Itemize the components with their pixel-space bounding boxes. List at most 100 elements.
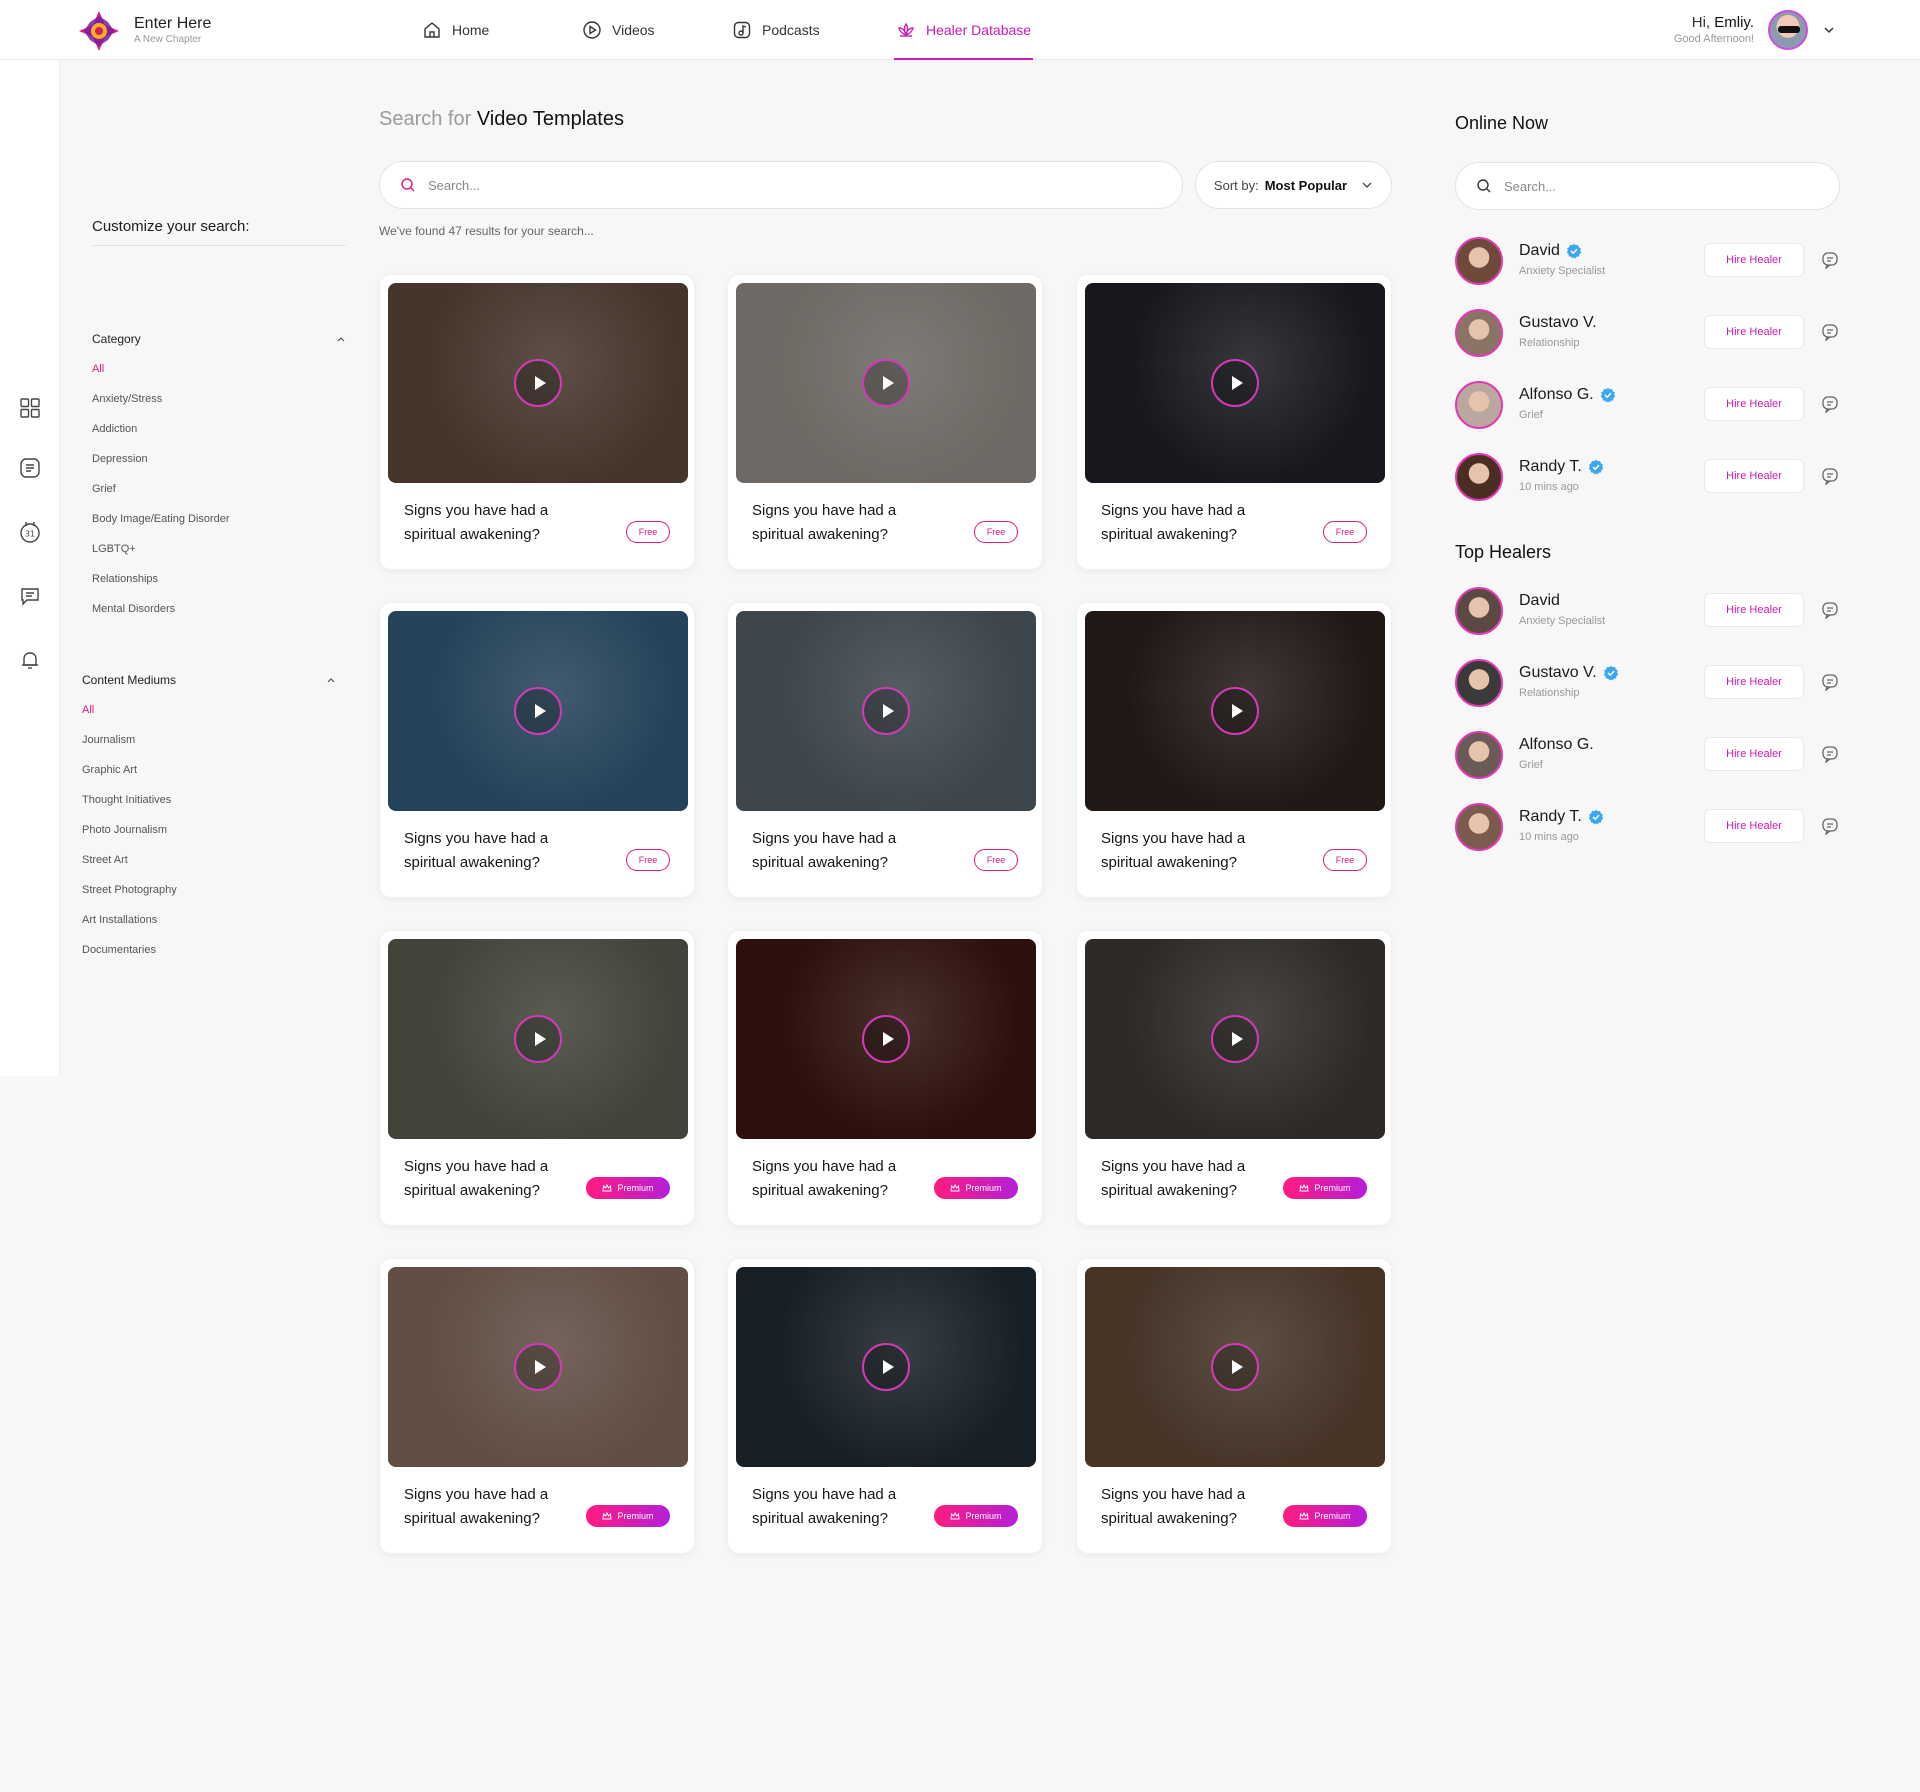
video-card[interactable]: Signs you have had a spiritual awakening?…	[1076, 274, 1392, 570]
video-card[interactable]: Signs you have had a spiritual awakening?…	[379, 1258, 695, 1554]
play-button[interactable]	[514, 1015, 562, 1063]
video-card[interactable]: Signs you have had a spiritual awakening?…	[727, 602, 1043, 898]
filter-option[interactable]: All	[82, 703, 336, 733]
bell-icon[interactable]	[18, 648, 42, 672]
play-button[interactable]	[862, 359, 910, 407]
video-thumbnail[interactable]	[388, 283, 688, 483]
play-button[interactable]	[1211, 359, 1259, 407]
list-icon[interactable]	[18, 456, 42, 480]
video-card[interactable]: Signs you have had a spiritual awakening?…	[1076, 1258, 1392, 1554]
video-thumbnail[interactable]	[388, 939, 688, 1139]
hire-healer-button[interactable]: Hire Healer	[1704, 243, 1804, 277]
healer-name[interactable]: Gustavo V.	[1519, 314, 1597, 332]
video-card[interactable]: Signs you have had a spiritual awakening?…	[379, 930, 695, 1226]
message-icon[interactable]	[1821, 323, 1839, 341]
filter-option[interactable]: Photo Journalism	[82, 823, 336, 853]
brand[interactable]: Enter Here A New Chapter	[78, 10, 211, 52]
healer-avatar[interactable]	[1455, 731, 1503, 779]
healer-search[interactable]	[1455, 162, 1840, 210]
filter-option[interactable]: Street Photography	[82, 883, 336, 913]
filter-option[interactable]: Documentaries	[82, 943, 336, 973]
hire-healer-button[interactable]: Hire Healer	[1704, 315, 1804, 349]
video-card[interactable]: Signs you have had a spiritual awakening?…	[727, 274, 1043, 570]
play-button[interactable]	[514, 1343, 562, 1391]
filter-category-header[interactable]: Category	[92, 332, 346, 346]
healer-row[interactable]: David Anxiety Specialist Hire Healer	[1455, 587, 1855, 639]
hire-healer-button[interactable]: Hire Healer	[1704, 593, 1804, 627]
play-button[interactable]	[862, 1015, 910, 1063]
healer-name[interactable]: Randy T.	[1519, 808, 1604, 826]
filter-option[interactable]: Thought Initiatives	[82, 793, 336, 823]
message-icon[interactable]	[1821, 673, 1839, 691]
play-button[interactable]	[514, 687, 562, 735]
play-button[interactable]	[862, 687, 910, 735]
message-icon[interactable]	[1821, 251, 1839, 269]
play-button[interactable]	[514, 359, 562, 407]
video-search[interactable]	[379, 161, 1183, 209]
healer-avatar[interactable]	[1455, 803, 1503, 851]
healer-avatar[interactable]	[1455, 381, 1503, 429]
message-icon[interactable]	[1821, 601, 1839, 619]
play-button[interactable]	[1211, 1015, 1259, 1063]
message-icon[interactable]	[1821, 467, 1839, 485]
filter-option[interactable]: All	[92, 362, 346, 392]
healer-row[interactable]: Gustavo V. Relationship Hire Healer	[1455, 659, 1855, 711]
healer-row[interactable]: Alfonso G. Grief Hire Healer	[1455, 731, 1855, 783]
filter-option[interactable]: LGBTQ+	[92, 542, 346, 572]
filter-option[interactable]: Mental Disorders	[92, 602, 346, 632]
nav-podcasts[interactable]: Podcasts	[730, 0, 894, 60]
filter-option[interactable]: Depression	[92, 452, 346, 482]
video-card[interactable]: Signs you have had a spiritual awakening?…	[379, 274, 695, 570]
grid-icon[interactable]	[18, 396, 42, 420]
filter-mediums-header[interactable]: Content Mediums	[82, 673, 336, 687]
message-icon[interactable]	[1821, 745, 1839, 763]
video-thumbnail[interactable]	[1085, 939, 1385, 1139]
video-thumbnail[interactable]	[388, 1267, 688, 1467]
video-thumbnail[interactable]	[1085, 1267, 1385, 1467]
video-card[interactable]: Signs you have had a spiritual awakening?…	[727, 930, 1043, 1226]
video-card[interactable]: Signs you have had a spiritual awakening?…	[727, 1258, 1043, 1554]
healer-name[interactable]: Gustavo V.	[1519, 664, 1619, 682]
healer-name[interactable]: Alfonso G.	[1519, 736, 1594, 754]
filter-option[interactable]: Street Art	[82, 853, 336, 883]
video-thumbnail[interactable]	[736, 1267, 1036, 1467]
play-button[interactable]	[862, 1343, 910, 1391]
sort-dropdown[interactable]: Sort by: Most Popular	[1195, 161, 1392, 209]
message-icon[interactable]	[1821, 395, 1839, 413]
video-card[interactable]: Signs you have had a spiritual awakening?…	[1076, 602, 1392, 898]
healer-search-input[interactable]	[1504, 178, 1824, 194]
healer-row[interactable]: Randy T. 10 mins ago Hire Healer	[1455, 803, 1855, 855]
nav-healer-database[interactable]: Healer Database	[894, 0, 1034, 60]
nav-videos[interactable]: Videos	[580, 0, 730, 60]
filter-option[interactable]: Body Image/Eating Disorder	[92, 512, 346, 542]
video-search-input[interactable]	[428, 177, 1128, 193]
healer-name[interactable]: Randy T.	[1519, 458, 1604, 476]
healer-row[interactable]: Randy T. 10 mins ago Hire Healer	[1455, 453, 1855, 505]
filter-option[interactable]: Journalism	[82, 733, 336, 763]
user-menu[interactable]: Hi, Emliy. Good Afternoon!	[1674, 10, 1836, 50]
play-button[interactable]	[1211, 687, 1259, 735]
hire-healer-button[interactable]: Hire Healer	[1704, 737, 1804, 771]
filter-option[interactable]: Addiction	[92, 422, 346, 452]
filter-option[interactable]: Relationships	[92, 572, 346, 602]
nav-home[interactable]: Home	[420, 0, 580, 60]
hire-healer-button[interactable]: Hire Healer	[1704, 809, 1804, 843]
video-thumbnail[interactable]	[736, 611, 1036, 811]
chat-icon[interactable]	[18, 584, 42, 608]
video-card[interactable]: Signs you have had a spiritual awakening?…	[379, 602, 695, 898]
message-icon[interactable]	[1821, 817, 1839, 835]
video-thumbnail[interactable]	[736, 939, 1036, 1139]
healer-row[interactable]: Alfonso G. Grief Hire Healer	[1455, 381, 1855, 433]
user-avatar[interactable]	[1768, 10, 1808, 50]
filter-option[interactable]: Grief	[92, 482, 346, 512]
chevron-up-icon[interactable]	[326, 675, 336, 685]
filter-option[interactable]: Art Installations	[82, 913, 336, 943]
play-button[interactable]	[1211, 1343, 1259, 1391]
hire-healer-button[interactable]: Hire Healer	[1704, 665, 1804, 699]
video-thumbnail[interactable]	[388, 611, 688, 811]
chevron-down-icon[interactable]	[1822, 23, 1836, 37]
calendar-icon[interactable]: 31	[18, 520, 42, 544]
video-thumbnail[interactable]	[1085, 283, 1385, 483]
filter-option[interactable]: Anxiety/Stress	[92, 392, 346, 422]
healer-avatar[interactable]	[1455, 587, 1503, 635]
